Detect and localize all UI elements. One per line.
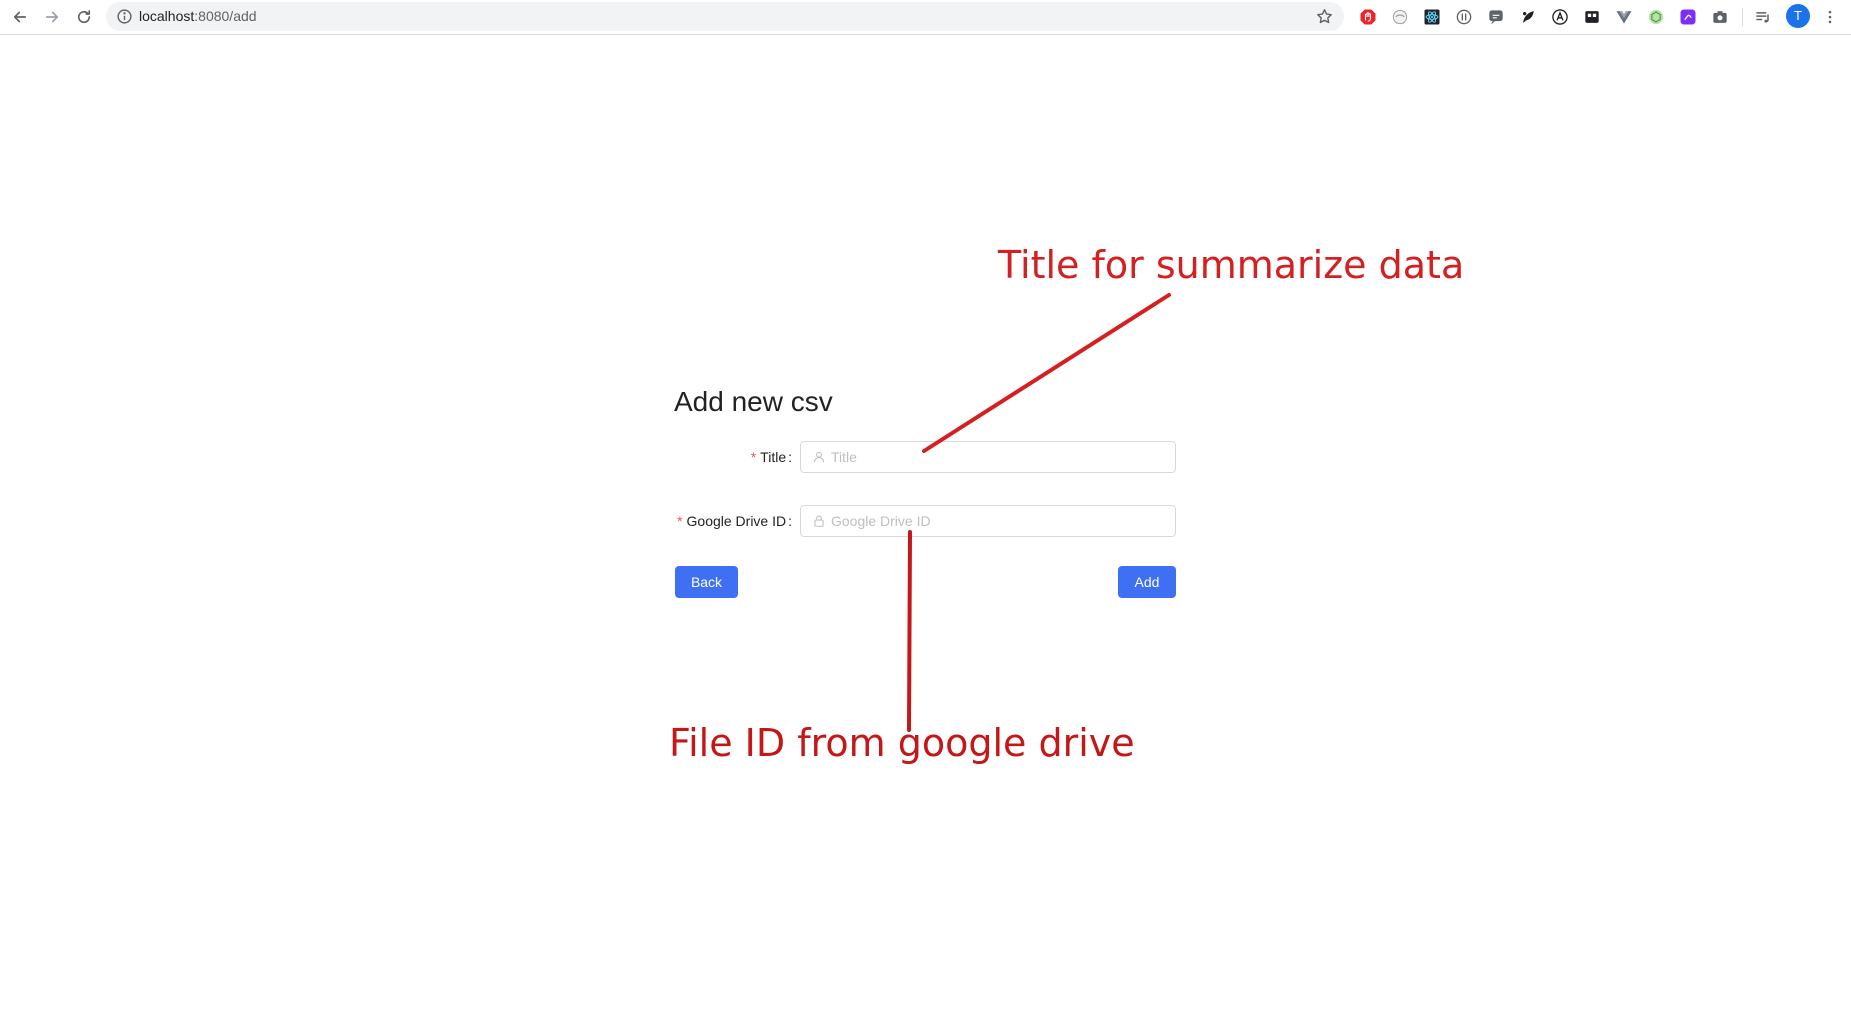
title-annotation-arrow — [922, 293, 1171, 453]
reload-icon[interactable] — [71, 4, 97, 30]
label-colon: : — [788, 449, 792, 465]
ad-block-icon[interactable] — [1357, 6, 1379, 28]
speech-bubble-icon[interactable] — [1485, 6, 1507, 28]
add-button[interactable]: Add — [1118, 566, 1176, 598]
drive-annotation-text: File ID from google drive — [669, 721, 1135, 765]
chat-icon[interactable] — [1677, 6, 1699, 28]
feather-icon[interactable] — [1517, 6, 1539, 28]
google-drive-id-input[interactable] — [831, 506, 1167, 536]
title-label-text: Title — [760, 449, 787, 465]
graphql-icon[interactable] — [1645, 6, 1667, 28]
reading-list-icon[interactable] — [1752, 6, 1774, 28]
required-mark: * — [677, 513, 683, 529]
forward-arrow-icon[interactable] — [39, 4, 65, 30]
kebab-menu-icon[interactable] — [1818, 4, 1842, 30]
profile-avatar[interactable]: T — [1786, 4, 1810, 28]
url-host: localhost — [139, 8, 195, 24]
title-annotation-text: Title for summarize data — [998, 243, 1465, 287]
browser-toolbar: localhost:8080/add T — [0, 0, 1851, 35]
title-input[interactable] — [831, 442, 1167, 472]
google-drive-id-form-row: * Google Drive ID: — [674, 505, 1176, 537]
url-path: :8080/add — [194, 8, 257, 24]
vuejs-icon[interactable] — [1613, 6, 1635, 28]
react-devtools-icon[interactable] — [1421, 6, 1443, 28]
lock-icon — [814, 515, 824, 527]
google-drive-id-label: * Google Drive ID: — [677, 505, 792, 537]
title-input-wrapper[interactable] — [800, 441, 1176, 473]
address-bar[interactable]: localhost:8080/add — [106, 2, 1344, 31]
title-form-row: * Title: — [674, 441, 1176, 473]
bookmark-star-icon[interactable] — [1315, 7, 1334, 26]
back-button[interactable]: Back — [675, 566, 738, 598]
clipboard-icon[interactable] — [1581, 6, 1603, 28]
title-label: * Title: — [751, 441, 792, 473]
required-mark: * — [750, 449, 757, 465]
info-icon[interactable] — [116, 8, 133, 25]
google-drive-id-input-wrapper[interactable] — [800, 505, 1176, 537]
page-title: Add new csv — [674, 386, 833, 417]
toolbar-separator — [1742, 8, 1743, 26]
camera-icon[interactable] — [1709, 6, 1731, 28]
vue-devtools-icon[interactable] — [1453, 6, 1475, 28]
user-icon — [813, 451, 825, 463]
privacy-badger-icon[interactable] — [1389, 6, 1411, 28]
google-drive-id-label-text: Google Drive ID — [686, 513, 787, 529]
url-text[interactable]: localhost:8080/add — [139, 8, 257, 25]
drive-annotation-arrow — [907, 530, 912, 732]
translate-icon[interactable] — [1549, 6, 1571, 28]
label-colon: : — [788, 513, 792, 529]
back-arrow-icon[interactable] — [7, 4, 33, 30]
